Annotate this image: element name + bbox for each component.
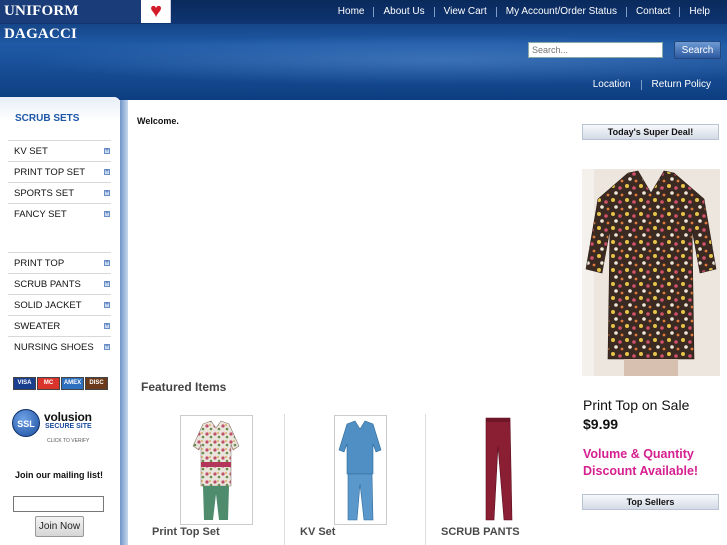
ssl-secure-badge[interactable]: SSL volusion SECURE SITE CLICK TO VERIFY <box>12 409 108 444</box>
sidebar-item-nursing-shoes[interactable]: NURSING SHOES + <box>8 336 111 357</box>
sidebar-item-print-top-set[interactable]: PRINT TOP SET + <box>8 161 111 182</box>
nav-help[interactable]: Help <box>679 7 719 17</box>
deal-promo-text: Volume & Quantity Discount Available! <box>583 447 699 478</box>
product-name-print-top-set[interactable]: Print Top Set <box>152 526 220 538</box>
heart-icon: ♥ <box>142 0 170 23</box>
ssl-lock-icon: SSL <box>12 409 40 437</box>
logo-text: UNIFORM DAGACCI <box>0 0 141 42</box>
discover-logo: DISC <box>85 377 108 390</box>
featured-items-title: Featured Items <box>141 380 227 394</box>
visa-logo: VISA <box>13 377 36 390</box>
product-image-print-top-set[interactable] <box>180 415 253 525</box>
site-header: UNIFORM DAGACCI ♥ Home About Us View Car… <box>0 0 727 100</box>
expand-icon: + <box>104 323 110 329</box>
search-input[interactable] <box>528 42 663 58</box>
site-logo[interactable]: UNIFORM DAGACCI ♥ <box>0 0 171 42</box>
sidebar-item-sports-set[interactable]: SPORTS SET + <box>8 182 111 203</box>
sidebar-item-scrub-pants[interactable]: SCRUB PANTS + <box>8 273 111 294</box>
sidebar-item-solid-jacket[interactable]: SOLID JACKET + <box>8 294 111 315</box>
top-navigation: Home About Us View Cart My Account/Order… <box>329 0 727 24</box>
nav-location[interactable]: Location <box>583 80 641 90</box>
mailing-email-input[interactable] <box>13 496 104 512</box>
product-image-kv-set[interactable] <box>334 415 387 525</box>
sidebar-item-sweater[interactable]: SWEATER + <box>8 315 111 336</box>
ssl-verify-text: CLICK TO VERIFY <box>47 438 90 444</box>
product-name-kv-set[interactable]: KV Set <box>300 526 335 538</box>
category-title[interactable]: SCRUB SETS <box>15 113 79 124</box>
product-image-scrub-pants[interactable] <box>463 415 531 525</box>
mailing-list-title: Join our mailing list! <box>14 470 103 480</box>
sidebar-item-print-top[interactable]: PRINT TOP + <box>8 252 111 273</box>
nav-contact[interactable]: Contact <box>625 7 679 17</box>
expand-icon: + <box>104 169 110 175</box>
sidebar-item-fancy-set[interactable]: FANCY SET + <box>8 203 111 224</box>
deal-product-image[interactable] <box>582 169 720 376</box>
expand-icon: + <box>104 260 110 266</box>
sidebar-item-kv-set[interactable]: KV SET + <box>8 140 111 161</box>
deal-product-name[interactable]: Print Top on Sale <box>583 397 689 413</box>
product-name-scrub-pants[interactable]: SCRUB PANTS <box>441 526 520 538</box>
nav-my-account[interactable]: My Account/Order Status <box>495 7 626 17</box>
nav-view-cart[interactable]: View Cart <box>433 7 496 17</box>
expand-icon: + <box>104 190 110 196</box>
left-column-strip <box>120 100 128 545</box>
nav-home[interactable]: Home <box>329 7 374 17</box>
expand-icon: + <box>104 302 110 308</box>
payment-card-logos: VISA MC AMEX DISC <box>13 377 108 390</box>
expand-icon: + <box>104 344 110 350</box>
top-sellers-header: Top Sellers <box>582 494 719 510</box>
category-list-items: PRINT TOP + SCRUB PANTS + SOLID JACKET + SW… <box>8 252 111 357</box>
nav-return-policy[interactable]: Return Policy <box>640 80 721 90</box>
join-now-button[interactable]: Join Now <box>35 516 84 537</box>
deal-product-price: $9.99 <box>583 416 619 432</box>
ssl-subtitle: SECURE SITE <box>45 423 92 430</box>
welcome-text: Welcome. <box>137 116 179 126</box>
amex-logo: AMEX <box>61 377 84 390</box>
mastercard-logo: MC <box>37 377 60 390</box>
nav-about-us[interactable]: About Us <box>373 7 433 17</box>
sub-navigation: Location Return Policy <box>583 76 727 94</box>
expand-icon: + <box>104 148 110 154</box>
category-list-sets: KV SET + PRINT TOP SET + SPORTS SET + FANCY… <box>8 140 111 224</box>
expand-icon: + <box>104 211 110 217</box>
ssl-brand: volusion <box>44 410 92 424</box>
search-button[interactable]: Search <box>674 41 721 59</box>
left-sidebar: SCRUB SETS KV SET + PRINT TOP SET + SPORTS… <box>0 97 120 545</box>
expand-icon: + <box>104 281 110 287</box>
todays-deal-header: Today's Super Deal! <box>582 124 719 140</box>
